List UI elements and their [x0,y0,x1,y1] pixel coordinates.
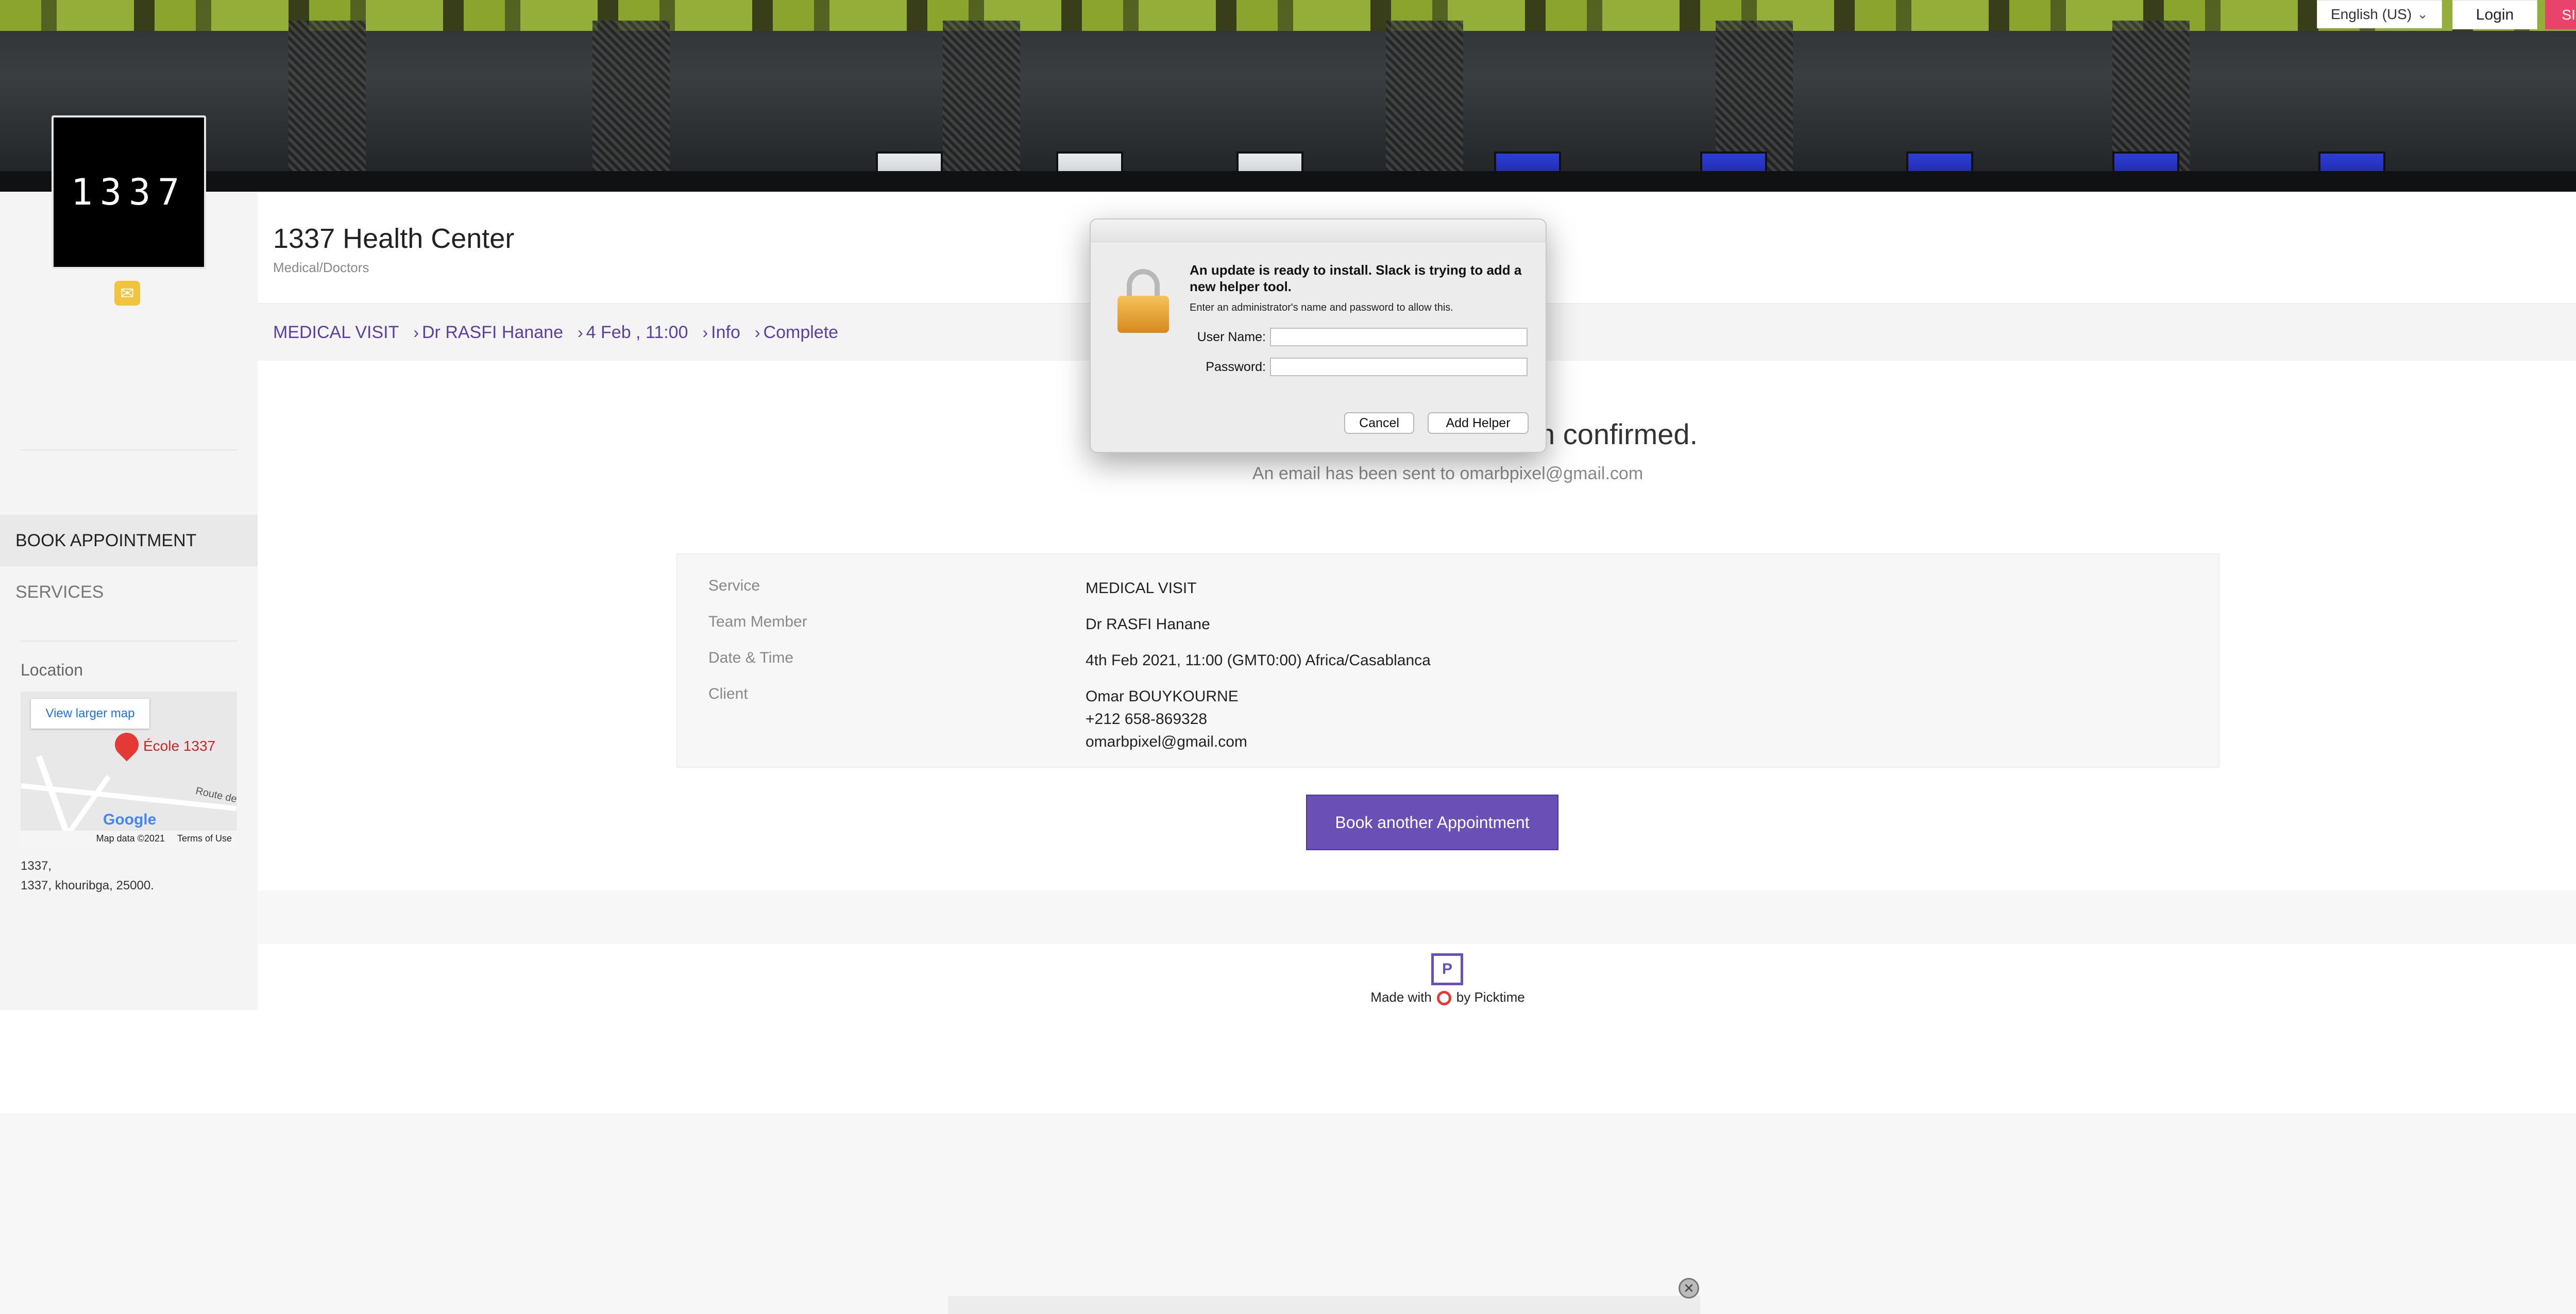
business-category: Medical/Doctors [273,260,369,275]
chevron-down-icon: ⌄ [2417,6,2428,22]
map-terms-link[interactable]: Terms of Use [177,833,232,844]
dialog-titlebar[interactable] [1091,220,1546,242]
map-place-label: École 1337 [143,738,216,754]
chevron-right-icon: › [413,323,419,342]
detail-value: 4th Feb 2021, 11:00 (GMT0:00) Africa/Cas… [1086,652,1431,669]
login-button[interactable]: Login [2452,0,2537,29]
picktime-link[interactable]: by Picktime [1456,989,1525,1005]
map-data-label: Map data ©2021 [96,833,165,844]
breadcrumb-label: Complete [763,322,839,342]
view-larger-map-link[interactable]: View larger map [31,699,149,729]
made-with-label: Made with [1370,989,1432,1005]
picktime-logo-icon[interactable]: P [1431,953,1463,985]
confirmation-subtitle: An email has been sent to omarbpixel@gma… [1252,464,1643,483]
client-name: Omar BOUYKOURNE [1086,688,1239,705]
breadcrumb-team-member[interactable]: › Dr RASFI Hanane [413,323,563,343]
signup-button[interactable]: SIGN UP [2545,0,2576,29]
bottom-banner [948,1296,1700,1314]
map-pin-icon [110,728,144,762]
chevron-right-icon: › [702,323,708,342]
detail-key: Client [708,685,748,702]
auth-dialog: An update is ready to install. Slack is … [1090,218,1547,453]
detail-value: Dr RASFI Hanane [1086,616,1210,633]
breadcrumb-service[interactable]: MEDICAL VISIT [273,323,399,343]
detail-key: Team Member [708,613,807,630]
sidebar-item-label: SERVICES [15,582,104,602]
chevron-right-icon: › [754,323,760,342]
dialog-text: Enter an administrator's name and passwo… [1190,302,1453,313]
address-line: 1337, khouribga, 25000. [21,879,154,892]
divider [21,641,237,642]
address-line: 1337, [21,859,52,873]
breadcrumb-datetime[interactable]: › 4 Feb , 11:00 [578,323,688,343]
breadcrumb-complete[interactable]: › Complete [755,323,838,343]
sidebar: BOOK APPOINTMENT SERVICES Location View … [0,192,258,1010]
map-footer: Map data ©2021 Terms of Use [21,831,237,846]
banner-panel [289,21,366,175]
banner-ceiling [0,0,2576,31]
client-phone: +212 658-869328 [1086,711,1208,728]
header-banner [0,0,2576,192]
lock-body [1117,296,1169,333]
add-helper-button[interactable]: Add Helper [1428,412,1529,434]
chevron-right-icon: › [578,323,583,342]
detail-key: Service [708,577,760,594]
detail-value: Omar BOUYKOURNE +212 658-869328 omarbpix… [1086,685,1858,753]
banner-panel [943,21,1020,175]
banner-panel [1386,21,1463,175]
banner-floor [0,171,2576,192]
breadcrumb-label: MEDICAL VISIT [273,322,399,342]
detail-key: Date & Time [708,649,794,666]
sidebar-item-label: BOOK APPOINTMENT [15,530,197,550]
heart-icon [1436,991,1451,1006]
close-icon[interactable]: ✕ [1679,1278,1699,1299]
breadcrumb-label: 4 Feb , 11:00 [586,322,688,342]
password-field[interactable] [1270,358,1528,376]
breadcrumb-label: Info [711,322,740,342]
cancel-button[interactable]: Cancel [1344,412,1414,434]
business-logo: 1337 [52,115,206,269]
divider [21,449,237,450]
language-select[interactable]: English (US) ⌄ [2317,0,2442,28]
detail-value: MEDICAL VISIT [1086,580,1197,597]
location-label: Location [21,661,83,679]
password-label: Password: [1206,360,1266,374]
business-name: 1337 Health Center [273,223,515,254]
client-email: omarbpixel@gmail.com [1086,733,1247,750]
booking-details: Service MEDICAL VISIT Team Member Dr RAS… [676,553,2219,768]
made-with-credit: Made with by Picktime [258,989,2576,1006]
breadcrumb-info[interactable]: › Info [703,323,740,343]
page-bottom [0,1010,2576,1113]
sidebar-item-services[interactable]: SERVICES [0,566,258,618]
address: 1337, 1337, khouribga, 25000. [21,856,154,896]
page-background [0,1113,2576,1314]
location-map[interactable]: View larger map École 1337 Route de Goog… [21,692,237,846]
sidebar-item-book-appointment[interactable]: BOOK APPOINTMENT [0,515,258,566]
book-another-button[interactable]: Book another Appointment [1306,795,1558,850]
breadcrumb-label: Dr RASFI Hanane [422,322,563,342]
dialog-title: An update is ready to install. Slack is … [1190,262,1522,294]
language-value: English (US) [2331,6,2412,22]
username-label: User Name: [1197,330,1266,344]
username-field[interactable] [1270,328,1528,346]
google-logo: Google [103,811,157,828]
mail-icon[interactable]: ✉ [114,281,140,306]
banner-panel [592,21,670,175]
lock-icon [1117,269,1169,333]
